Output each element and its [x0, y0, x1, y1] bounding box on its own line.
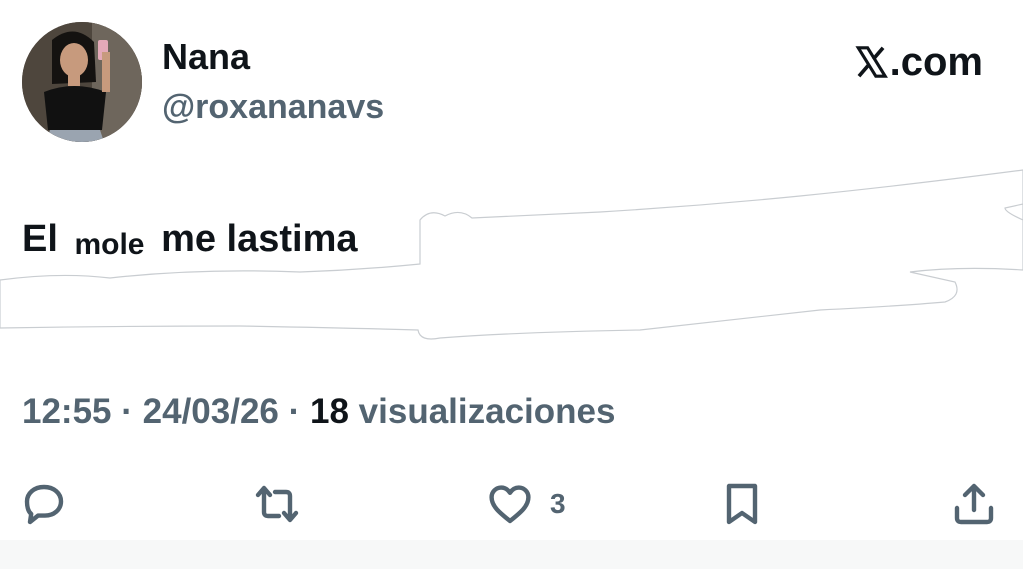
x-logo-icon	[855, 46, 888, 78]
like-count: 3	[550, 488, 566, 519]
heart-icon	[489, 485, 531, 524]
avatar-photo	[22, 22, 142, 142]
user-handle[interactable]: @roxananavs	[162, 88, 384, 127]
action-bar: 3	[0, 480, 1023, 530]
avatar[interactable]	[22, 22, 142, 142]
bookmark-button[interactable]	[718, 480, 766, 528]
views-label: visualizaciones	[348, 392, 616, 431]
tweet-time[interactable]: 12:55	[22, 392, 112, 431]
retweet-icon	[255, 485, 299, 523]
meta-separator: ·	[278, 392, 310, 431]
meta-separator: ·	[111, 392, 143, 431]
brand-domain: .com	[889, 39, 983, 84]
tweet-date[interactable]: 24/03/26	[143, 392, 279, 431]
views-count: 18	[310, 392, 349, 431]
reply-button[interactable]	[20, 480, 68, 528]
bottom-band	[0, 540, 1023, 569]
redaction-overlay	[0, 169, 1023, 340]
display-name[interactable]: Nana	[162, 36, 250, 78]
bookmark-icon	[726, 483, 758, 525]
brand-logo: .com	[854, 40, 983, 84]
like-button[interactable]: 3	[486, 480, 566, 528]
retweet-button[interactable]	[253, 480, 301, 528]
share-icon	[954, 483, 994, 525]
tweet-meta: 12:55 · 24/03/26 · 18 visualizaciones	[22, 392, 615, 432]
share-button[interactable]	[950, 480, 998, 528]
reply-icon	[24, 484, 64, 525]
